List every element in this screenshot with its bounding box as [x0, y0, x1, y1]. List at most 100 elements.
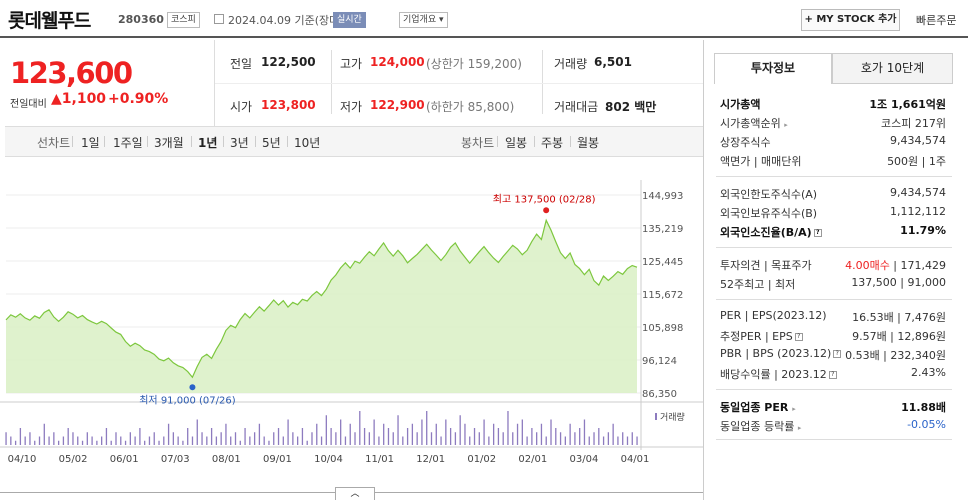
- period-3y[interactable]: 3년: [230, 134, 249, 151]
- period-1w[interactable]: 1주일: [113, 134, 143, 151]
- amount-value: 802 백만: [605, 98, 656, 115]
- volume-bar: [5, 432, 7, 445]
- volume-bar: [273, 432, 275, 445]
- foreign-ratio-label: 외국인소진율(B/A)?: [720, 224, 822, 240]
- sector-change-label[interactable]: 동일업종 등락률 ▸: [720, 418, 801, 434]
- volume-bar: [249, 436, 251, 445]
- volume-bar: [497, 428, 500, 445]
- volume-bar: [569, 423, 571, 445]
- volume-bar: [220, 432, 222, 445]
- per-eps-value: 16.53배 | 7,476원: [852, 311, 946, 324]
- volume-bar: [406, 428, 409, 445]
- divider: [716, 439, 952, 440]
- volume-bar: [10, 436, 12, 445]
- volume-bar: [239, 440, 241, 445]
- volume-legend: 거래량: [660, 411, 685, 423]
- y-tick-label: 105,898: [642, 323, 683, 334]
- volume-bar: [230, 436, 232, 445]
- volume-bar: [512, 432, 514, 445]
- candle-monthly[interactable]: 월봉: [577, 134, 599, 151]
- volume-bar: [77, 436, 79, 445]
- amount-unit: 백만: [634, 100, 657, 114]
- volume-bar: [579, 428, 581, 445]
- foreign-ratio-text: 외국인소진율(B/A): [720, 226, 812, 239]
- divider: [215, 83, 703, 84]
- period-bar: [5, 126, 704, 157]
- volume-bar: [110, 440, 112, 445]
- help-icon[interactable]: ?: [828, 371, 837, 379]
- high-value: 124,000: [370, 55, 425, 69]
- x-tick-label: 08/01: [212, 454, 241, 465]
- company-overview-dropdown[interactable]: 기업개요 ▾: [399, 12, 448, 28]
- foreign-holding-value: 1,112,112: [890, 205, 946, 218]
- y-tick-label: 125,445: [642, 257, 683, 268]
- chevron-right-icon: ▸: [784, 121, 788, 129]
- 52week-value: 137,500 | 91,000: [851, 276, 946, 289]
- volume-bar: [459, 415, 461, 445]
- volume-bar: [521, 419, 523, 445]
- volume-bar: [378, 436, 380, 445]
- quick-order-link[interactable]: 빠른주문: [916, 12, 956, 28]
- volume-bar: [574, 432, 576, 445]
- amount-number: 802: [605, 100, 631, 114]
- volume-bar: [349, 423, 351, 445]
- market-cap-rank-label[interactable]: 시가총액순위 ▸: [720, 115, 788, 131]
- chevron-right-icon: ▸: [797, 424, 802, 432]
- volume-bar: [91, 436, 93, 445]
- candle-weekly[interactable]: 주봉: [541, 134, 563, 151]
- change-value: ▲1,100: [51, 91, 107, 107]
- volume-bar: [34, 440, 36, 445]
- x-tick-label: 07/03: [161, 454, 190, 465]
- volume-bar: [478, 432, 480, 445]
- volume-bar: [38, 436, 41, 445]
- volume-bar: [325, 415, 327, 445]
- divider: [104, 136, 105, 147]
- volume-bar: [210, 428, 213, 445]
- tab-order-book[interactable]: 호가 10단계: [832, 53, 953, 84]
- period-10y[interactable]: 10년: [294, 134, 320, 151]
- volume-bar: [564, 436, 566, 445]
- market-badge: 코스피: [167, 12, 200, 28]
- volume-bar: [24, 436, 26, 445]
- period-1y[interactable]: 1년: [198, 134, 217, 151]
- divider: [331, 50, 332, 114]
- realtime-button[interactable]: 실시간: [333, 12, 366, 28]
- volume-bar: [612, 423, 614, 445]
- help-icon[interactable]: ?: [794, 333, 803, 341]
- period-5y[interactable]: 5년: [262, 134, 281, 151]
- period-3m[interactable]: 3개월: [154, 134, 184, 151]
- volume-bar: [330, 428, 332, 445]
- sector-per-label[interactable]: 동일업종 PER ▸: [720, 399, 796, 415]
- volume-bar: [363, 428, 366, 445]
- x-tick-label: 01/02: [467, 454, 496, 465]
- divider: [570, 136, 571, 147]
- help-icon[interactable]: ?: [833, 350, 842, 358]
- target-price: | 171,429: [889, 259, 946, 272]
- volume-bar: [488, 436, 490, 445]
- tab-investment-info[interactable]: 투자정보: [714, 53, 832, 84]
- shares-value: 9,434,574: [890, 134, 946, 147]
- period-1d[interactable]: 1일: [81, 134, 100, 151]
- min-label: 최저 91,000 (07/26): [139, 394, 235, 406]
- par-value-value: 500원 | 1주: [887, 155, 946, 168]
- add-mystock-button[interactable]: + MY STOCK 추가: [801, 9, 900, 31]
- collapse-chart-button[interactable]: ︿: [335, 487, 375, 500]
- volume-bar: [148, 436, 151, 445]
- volume-bar: [167, 423, 170, 445]
- divider: [534, 136, 535, 147]
- volume-bar: [440, 436, 442, 445]
- volume-bar: [416, 432, 418, 445]
- y-tick-label: 135,219: [642, 224, 683, 235]
- company-overview-label: 기업개요: [403, 15, 437, 25]
- price-chart[interactable]: 144,993 135,219 125,445 115,672 105,898 96,12…: [0, 160, 703, 500]
- lower-limit: (하한가 85,800): [426, 100, 515, 114]
- help-icon[interactable]: ?: [813, 229, 822, 237]
- volume-bar: [187, 428, 189, 445]
- sector-per-text: 동일업종 PER: [720, 401, 789, 414]
- volume-bar: [435, 423, 437, 445]
- candle-daily[interactable]: 일봉: [505, 134, 527, 151]
- volume-bar: [445, 419, 447, 445]
- divider: [716, 299, 952, 300]
- volume-bar: [182, 440, 184, 445]
- volume-bar: [402, 436, 404, 445]
